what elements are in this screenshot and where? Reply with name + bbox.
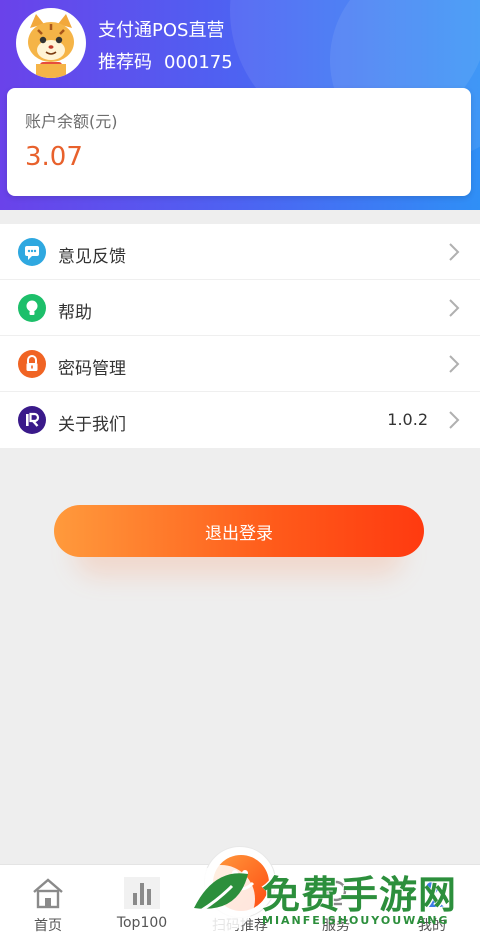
tab-label-profile: 我的 <box>418 918 446 934</box>
scan-icon <box>213 855 269 911</box>
app-version: 1.0.2 <box>387 410 428 429</box>
balance-label: 账户余额(元) <box>25 112 118 131</box>
tab-label-scan: 扫码推荐 <box>212 918 268 934</box>
home-icon <box>33 878 63 909</box>
balance-card[interactable]: 账户余额(元) 3.07 <box>7 88 471 196</box>
tab-label-service: 服务 <box>322 918 350 934</box>
menu-label-about: 关于我们 <box>58 415 126 435</box>
chevron-right-icon <box>449 355 460 373</box>
chat-bubble-icon <box>18 238 46 266</box>
logout-area: 退出登录 <box>54 505 424 577</box>
tab-label-home: 首页 <box>34 918 62 934</box>
balance-value: 3.07 <box>25 142 83 172</box>
menu-label-feedback: 意见反馈 <box>58 247 126 267</box>
service-icon <box>325 880 347 906</box>
settings-menu: 意见反馈 帮助 密码管理 关于我们 1.0.2 <box>0 224 480 448</box>
scan-button[interactable] <box>204 846 276 918</box>
lightbulb-icon <box>18 294 46 322</box>
tab-profile[interactable]: 我的 <box>384 865 480 936</box>
menu-label-help: 帮助 <box>58 303 92 323</box>
menu-item-feedback[interactable]: 意见反馈 <box>0 224 480 280</box>
menu-label-password: 密码管理 <box>58 359 126 379</box>
referral-label: 推荐码 <box>98 52 152 73</box>
menu-item-help[interactable]: 帮助 <box>0 280 480 336</box>
app-logo-icon <box>18 406 46 434</box>
profile-icon <box>420 882 444 907</box>
referral-code: 000175 <box>164 52 233 73</box>
chevron-right-icon <box>449 299 460 317</box>
tab-service[interactable]: 服务 <box>288 865 384 936</box>
chevron-right-icon <box>449 411 460 429</box>
tab-label-top100: Top100 <box>116 915 168 931</box>
lock-icon <box>18 350 46 378</box>
tab-home[interactable]: 首页 <box>0 865 96 936</box>
user-name: 支付通POS直营 <box>98 20 225 41</box>
referral-code-row: 推荐码 000175 <box>98 48 233 74</box>
tab-top100[interactable]: Top100 <box>94 865 190 936</box>
menu-item-about[interactable]: 关于我们 1.0.2 <box>0 392 480 448</box>
bar-chart-icon <box>124 877 160 909</box>
cat-mascot-icon[interactable] <box>16 8 86 78</box>
chevron-right-icon <box>449 243 460 261</box>
logout-button[interactable]: 退出登录 <box>54 505 424 557</box>
menu-item-password[interactable]: 密码管理 <box>0 336 480 392</box>
